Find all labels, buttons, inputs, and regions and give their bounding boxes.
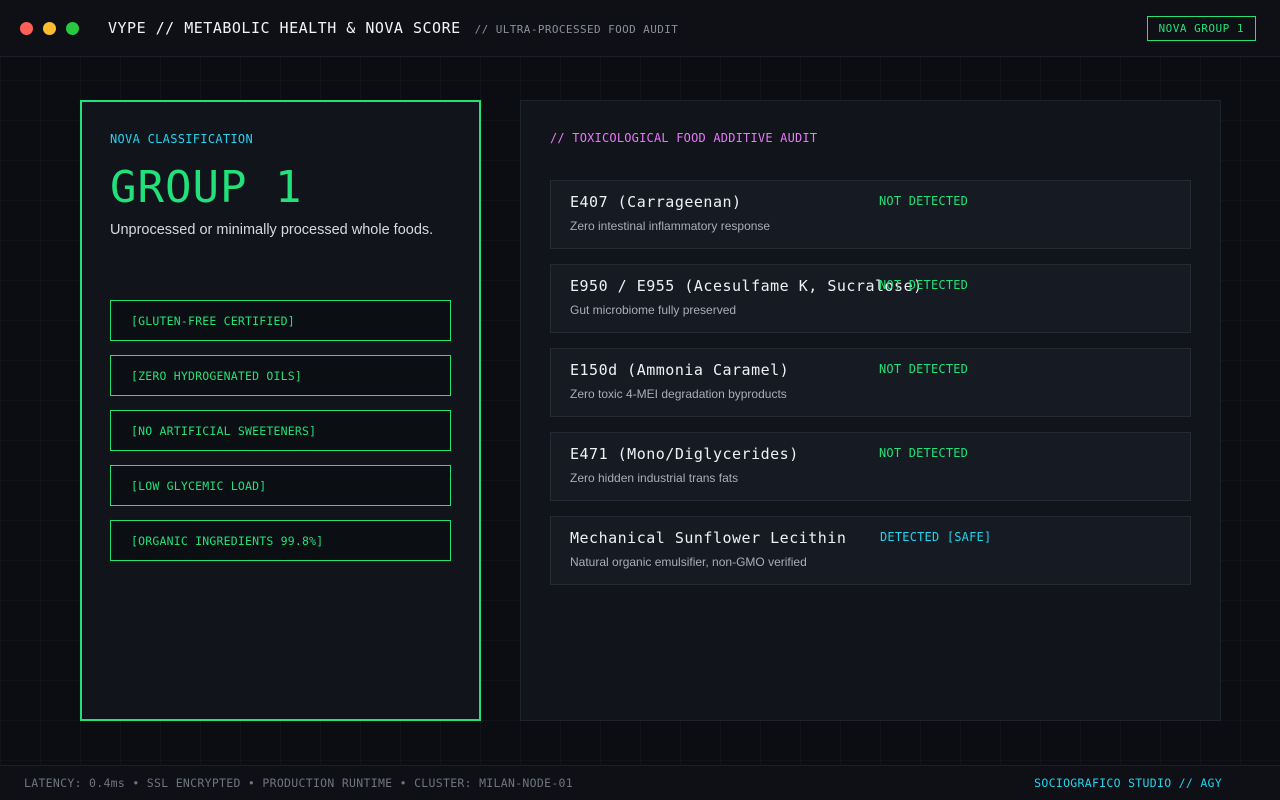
additive-name: Mechanical Sunflower Lecithin xyxy=(570,529,847,547)
status-footer: LATENCY: 0.4ms • SSL ENCRYPTED • PRODUCT… xyxy=(0,765,1280,800)
additive-note: Zero hidden industrial trans fats xyxy=(570,471,739,485)
additive-note: Zero toxic 4-MEI degradation byproducts xyxy=(570,387,787,401)
audit-row-e471: E471 (Mono/Diglycerides) NOT DETECTED Ze… xyxy=(550,432,1191,501)
title-bar: VYPE // METABOLIC HEALTH & NOVA SCORE //… xyxy=(0,0,1280,57)
additive-audit-list: E407 (Carrageenan) NOT DETECTED Zero int… xyxy=(550,180,1191,600)
audit-row-e407: E407 (Carrageenan) NOT DETECTED Zero int… xyxy=(550,180,1191,249)
certification-badges: [GLUTEN-FREE CERTIFIED] [ZERO HYDROGENAT… xyxy=(110,300,451,575)
badge-gluten-free: [GLUTEN-FREE CERTIFIED] xyxy=(110,300,451,341)
close-window-button[interactable] xyxy=(20,21,33,35)
additive-audit-panel: // TOXICOLOGICAL FOOD ADDITIVE AUDIT E40… xyxy=(520,100,1221,721)
additive-status: NOT DETECTED xyxy=(879,194,969,208)
runtime-status: LATENCY: 0.4ms • SSL ENCRYPTED • PRODUCT… xyxy=(24,776,573,790)
additive-name: E471 (Mono/Diglycerides) xyxy=(570,445,799,463)
minimize-window-button[interactable] xyxy=(43,21,56,35)
additive-name: E150d (Ammonia Caramel) xyxy=(570,361,790,379)
nova-classification-label: NOVA CLASSIFICATION xyxy=(110,132,253,146)
studio-credit: SOCIOGRAFICO STUDIO // AGY xyxy=(1034,776,1222,790)
additive-name: E407 (Carrageenan) xyxy=(570,193,742,211)
additive-name: E950 / E955 (Acesulfame K, Sucralose) xyxy=(570,277,923,295)
window-controls xyxy=(20,21,79,35)
nova-classification-panel: NOVA CLASSIFICATION GROUP 1 Unprocessed … xyxy=(80,100,481,721)
audit-row-sunflower-lecithin: Mechanical Sunflower Lecithin DETECTED [… xyxy=(550,516,1191,585)
nova-group-title: GROUP 1 xyxy=(110,162,303,213)
badge-zero-hydrogenated-oils: [ZERO HYDROGENATED OILS] xyxy=(110,355,451,396)
additive-audit-label: // TOXICOLOGICAL FOOD ADDITIVE AUDIT xyxy=(550,131,818,145)
badge-organic-ingredients: [ORGANIC INGREDIENTS 99.8%] xyxy=(110,520,451,561)
additive-status: NOT DETECTED xyxy=(879,362,969,376)
nova-group-description: Unprocessed or minimally processed whole… xyxy=(110,222,434,238)
badge-no-artificial-sweeteners: [NO ARTIFICIAL SWEETENERS] xyxy=(110,410,451,451)
audit-row-e950-e955: E950 / E955 (Acesulfame K, Sucralose) NO… xyxy=(550,264,1191,333)
additive-status: NOT DETECTED xyxy=(879,446,969,460)
nova-group-pill: NOVA GROUP 1 xyxy=(1146,16,1256,41)
additive-status-safe: DETECTED [SAFE] xyxy=(880,530,992,544)
badge-low-glycemic-load: [LOW GLYCEMIC LOAD] xyxy=(110,465,451,506)
additive-note: Zero intestinal inflammatory response xyxy=(570,219,771,233)
additive-status: NOT DETECTED xyxy=(879,278,969,292)
app-title: VYPE // METABOLIC HEALTH & NOVA SCORE xyxy=(108,19,461,37)
additive-note: Gut microbiome fully preserved xyxy=(570,303,737,317)
maximize-window-button[interactable] xyxy=(66,21,79,35)
additive-note: Natural organic emulsifier, non-GMO veri… xyxy=(570,555,807,569)
app-subtitle: // ULTRA-PROCESSED FOOD AUDIT xyxy=(474,23,679,36)
audit-row-e150d: E150d (Ammonia Caramel) NOT DETECTED Zer… xyxy=(550,348,1191,417)
